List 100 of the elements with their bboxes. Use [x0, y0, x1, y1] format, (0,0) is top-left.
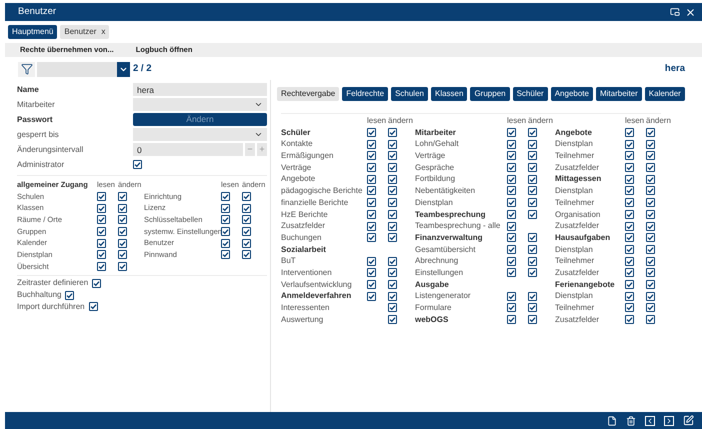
record-dropdown[interactable]	[37, 62, 130, 76]
checkbox[interactable]	[625, 303, 634, 312]
name-field[interactable]: hera	[133, 83, 267, 96]
checkbox[interactable]	[507, 186, 516, 196]
tab[interactable]: Schulen	[391, 87, 428, 101]
checkbox[interactable]	[625, 233, 634, 242]
checkbox[interactable]	[507, 163, 516, 172]
checkbox[interactable]	[388, 315, 397, 324]
checkbox[interactable]	[97, 250, 106, 260]
checkbox[interactable]	[528, 163, 537, 172]
checkbox[interactable]	[528, 174, 537, 184]
checkbox[interactable]	[221, 204, 230, 213]
checkbox[interactable]	[507, 210, 516, 219]
tab[interactable]: Angebote	[550, 87, 593, 101]
checkbox[interactable]	[507, 233, 516, 242]
checkbox[interactable]	[507, 151, 516, 160]
checkbox[interactable]	[528, 315, 537, 324]
checkbox[interactable]	[388, 233, 397, 242]
checkbox[interactable]	[221, 227, 230, 236]
dropdown-field[interactable]	[133, 128, 267, 141]
checkbox[interactable]	[507, 315, 516, 324]
checkbox[interactable]	[646, 222, 655, 231]
delete-icon[interactable]	[626, 416, 636, 426]
tab[interactable]: Gruppen	[470, 87, 510, 101]
close-icon[interactable]	[685, 6, 696, 18]
checkbox[interactable]	[242, 192, 251, 202]
checkbox[interactable]	[528, 128, 537, 138]
checkbox[interactable]	[367, 198, 376, 208]
checkbox[interactable]	[97, 227, 106, 236]
checkbox[interactable]	[388, 256, 397, 266]
checkbox[interactable]	[118, 227, 127, 236]
checkbox[interactable]	[507, 244, 516, 254]
checkbox[interactable]	[367, 128, 376, 138]
checkbox[interactable]	[221, 238, 230, 248]
checkbox[interactable]	[625, 244, 634, 254]
checkbox[interactable]	[242, 238, 251, 248]
tab-close[interactable]: x	[101, 26, 106, 38]
checkbox[interactable]	[388, 268, 397, 278]
checkbox[interactable]	[528, 268, 537, 278]
checkbox[interactable]	[388, 280, 397, 289]
checkbox[interactable]	[388, 163, 397, 172]
checkbox[interactable]	[242, 250, 251, 260]
tab[interactable]: Klassen	[430, 87, 468, 101]
checkbox[interactable]	[97, 192, 106, 202]
tab[interactable]: Rechtevergabe	[277, 87, 340, 101]
checkbox[interactable]	[118, 238, 127, 248]
next-icon[interactable]	[664, 416, 674, 426]
checkbox[interactable]	[367, 268, 376, 278]
dropdown-field[interactable]	[133, 98, 267, 111]
checkbox[interactable]	[646, 280, 655, 289]
checkbox[interactable]	[646, 292, 655, 301]
checkbox[interactable]	[528, 140, 537, 149]
checkbox[interactable]	[625, 315, 634, 324]
checkbox[interactable]	[388, 303, 397, 312]
checkbox[interactable]	[97, 215, 106, 224]
tab[interactable]: Kalender	[644, 87, 685, 101]
checkbox[interactable]	[388, 174, 397, 184]
edit-icon[interactable]	[683, 415, 694, 426]
checkbox[interactable]	[625, 174, 634, 184]
checkbox[interactable]	[388, 292, 397, 301]
checkbox[interactable]	[625, 256, 634, 266]
checkbox[interactable]	[507, 174, 516, 184]
checkbox[interactable]	[242, 227, 251, 236]
checkbox[interactable]	[507, 256, 516, 266]
checkbox[interactable]	[367, 256, 376, 266]
checkbox[interactable]	[507, 292, 516, 301]
checkbox[interactable]	[646, 151, 655, 160]
checkbox[interactable]	[528, 292, 537, 301]
window-icon[interactable]	[670, 7, 680, 17]
checkbox[interactable]	[528, 151, 537, 160]
checkbox[interactable]	[625, 198, 634, 208]
checkbox[interactable]	[388, 186, 397, 196]
checkbox[interactable]	[242, 215, 251, 224]
checkbox[interactable]	[388, 140, 397, 149]
checkbox[interactable]	[507, 140, 516, 149]
tab[interactable]: Feldrechte	[342, 87, 388, 101]
checkbox[interactable]	[646, 268, 655, 278]
tab[interactable]: Schüler	[512, 87, 548, 101]
checkbox[interactable]	[367, 163, 376, 172]
checkbox[interactable]	[118, 250, 127, 260]
checkbox[interactable]	[507, 128, 516, 138]
checkbox[interactable]	[367, 222, 376, 231]
checkbox[interactable]	[646, 174, 655, 184]
previous-icon[interactable]	[645, 416, 655, 426]
checkbox[interactable]	[133, 160, 142, 169]
checkbox[interactable]	[625, 292, 634, 301]
checkbox[interactable]	[242, 204, 251, 213]
checkbox[interactable]	[507, 268, 516, 278]
checkbox[interactable]	[92, 278, 102, 288]
checkbox[interactable]	[625, 163, 634, 172]
checkbox[interactable]	[646, 315, 655, 324]
checkbox[interactable]	[646, 244, 655, 254]
checkbox[interactable]	[507, 198, 516, 208]
checkbox[interactable]	[367, 151, 376, 160]
checkbox[interactable]	[221, 250, 230, 260]
checkbox[interactable]	[625, 151, 634, 160]
checkbox[interactable]	[388, 151, 397, 160]
tab[interactable]: Benutzer x	[60, 25, 110, 39]
checkbox[interactable]	[625, 186, 634, 196]
checkbox[interactable]	[646, 128, 655, 138]
